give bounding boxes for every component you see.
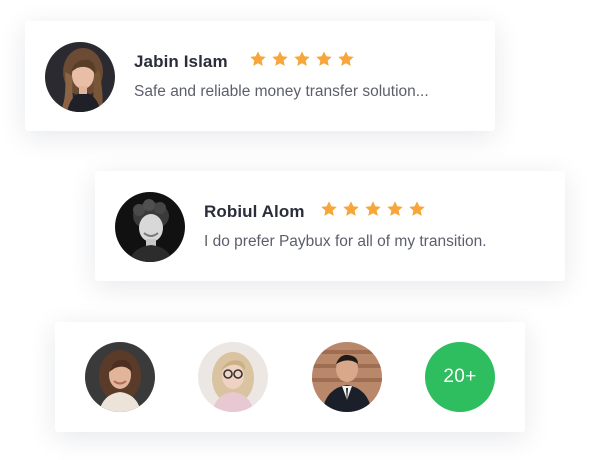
- reviewer-name: Robiul Alom: [204, 202, 305, 221]
- review-text: I do prefer Paybux for all of my transit…: [204, 233, 487, 250]
- star-icon: [338, 51, 354, 66]
- star-icon: [321, 201, 337, 216]
- avatar: [85, 342, 155, 412]
- star-icon: [250, 51, 266, 66]
- star-icon: [272, 51, 288, 66]
- review-card: Jabin Islam Safe and reliable money tran…: [25, 21, 495, 131]
- star-rating: [320, 200, 426, 218]
- star-icon: [294, 51, 310, 66]
- more-users-badge[interactable]: 20+: [425, 342, 495, 412]
- reviewer-name: Jabin Islam: [134, 52, 228, 71]
- star-rating: [249, 50, 355, 68]
- avatar: [198, 342, 268, 412]
- review-text: Safe and reliable money transfer solutio…: [134, 83, 429, 100]
- star-icon: [316, 51, 332, 66]
- users-card: 20+: [55, 322, 525, 432]
- avatar: [45, 42, 115, 112]
- star-icon: [343, 201, 359, 216]
- star-icon: [409, 201, 425, 216]
- avatar: [115, 192, 185, 262]
- star-icon: [387, 201, 403, 216]
- review-card: Robiul Alom I do prefer Paybux for all o…: [95, 171, 565, 281]
- avatar: [312, 342, 382, 412]
- star-icon: [365, 201, 381, 216]
